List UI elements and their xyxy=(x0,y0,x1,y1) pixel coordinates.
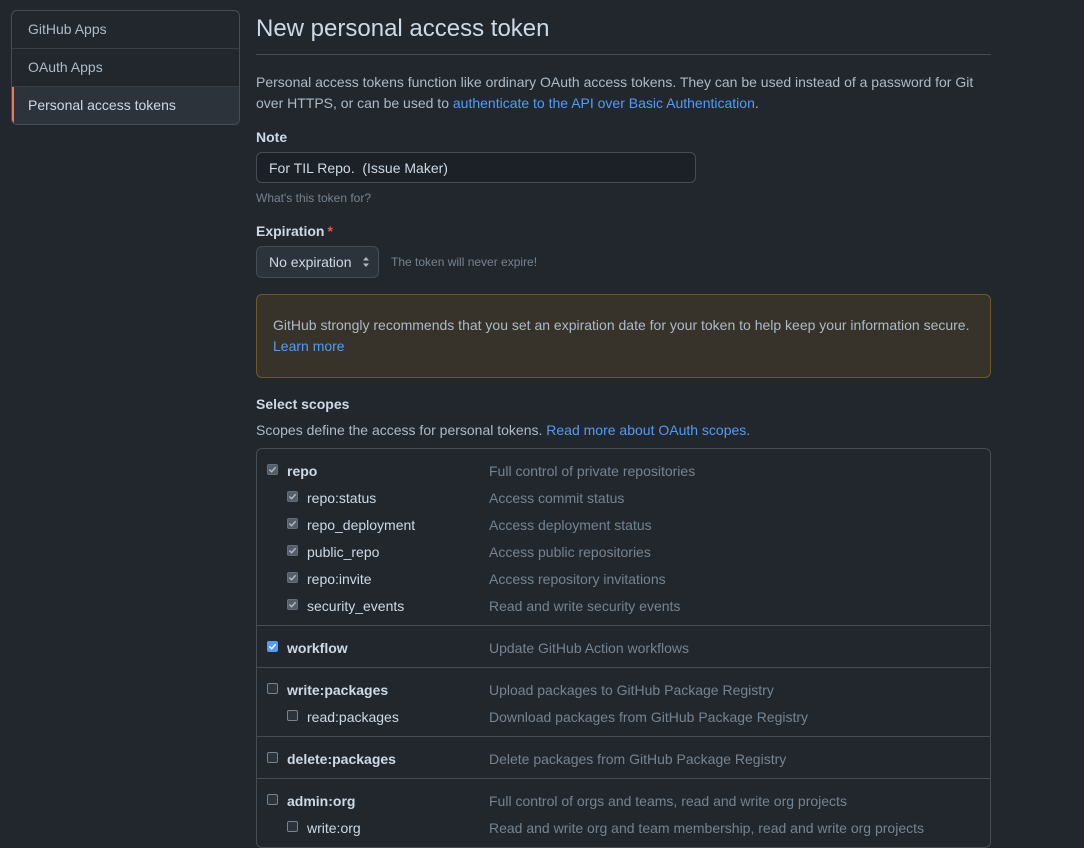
oauth-scopes-link[interactable]: Read more about OAuth scopes. xyxy=(546,422,750,438)
scope-row: security_events Read and write security … xyxy=(257,592,990,619)
scope-description: Access repository invitations xyxy=(489,570,666,587)
admin-org-checkbox[interactable] xyxy=(267,794,278,805)
warning-text: GitHub strongly recommends that you set … xyxy=(273,317,970,333)
scope-description: Upload packages to GitHub Package Regist… xyxy=(489,681,774,698)
scope-row: delete:packages Delete packages from Git… xyxy=(257,745,990,772)
scope-description: Download packages from GitHub Package Re… xyxy=(489,708,809,725)
sidebar-item-personal-access-tokens[interactable]: Personal access tokens xyxy=(12,86,239,124)
scope-row: workflow Update GitHub Action workflows xyxy=(257,634,990,661)
scope-name: workflow xyxy=(287,639,348,656)
scope-description: Access deployment status xyxy=(489,516,652,533)
note-input[interactable] xyxy=(256,152,696,183)
scope-description: Update GitHub Action workflows xyxy=(489,639,689,656)
expiration-selected-value: No expiration xyxy=(269,254,352,270)
scope-row: read:packages Download packages from Git… xyxy=(257,703,990,730)
intro-paragraph: Personal access tokens function like ord… xyxy=(256,72,991,114)
sidebar-item-oauth-apps[interactable]: OAuth Apps xyxy=(12,48,239,86)
select-arrows-icon xyxy=(362,256,370,268)
scopes-table: repo Full control of private repositorie… xyxy=(256,448,991,848)
scope-name: delete:packages xyxy=(287,750,396,767)
settings-sidebar: GitHub Apps OAuth Apps Personal access t… xyxy=(11,10,240,125)
scopes-label: Select scopes xyxy=(256,396,350,412)
scopes-desc-text: Scopes define the access for personal to… xyxy=(256,422,547,438)
expiration-select[interactable]: No expiration xyxy=(256,246,379,278)
scope-row: repo Full control of private repositorie… xyxy=(257,457,990,484)
scope-description: Access commit status xyxy=(489,489,625,506)
scope-name: write:packages xyxy=(287,681,389,698)
scope-description: Full control of orgs and teams, read and… xyxy=(489,792,847,809)
scope-name: read:packages xyxy=(307,708,399,725)
scope-name: public_repo xyxy=(307,543,380,560)
delete-packages-checkbox[interactable] xyxy=(267,752,278,763)
scope-group-workflow: workflow Update GitHub Action workflows xyxy=(257,625,990,667)
repo-deployment-checkbox[interactable] xyxy=(287,518,298,529)
scope-group-repo: repo Full control of private repositorie… xyxy=(257,449,990,625)
write-packages-checkbox[interactable] xyxy=(267,683,278,694)
basic-auth-link[interactable]: authenticate to the API over Basic Authe… xyxy=(453,95,755,111)
expiration-warning: GitHub strongly recommends that you set … xyxy=(256,294,991,378)
page-title: New personal access token xyxy=(256,14,991,55)
note-hint: What's this token for? xyxy=(256,191,372,205)
scope-row: write:packages Upload packages to GitHub… xyxy=(257,676,990,703)
scopes-description: Scopes define the access for personal to… xyxy=(256,422,991,438)
expiration-label-text: Expiration xyxy=(256,223,325,239)
scope-row: write:org Read and write org and team me… xyxy=(257,814,990,841)
scope-group-admin-org: admin:org Full control of orgs and teams… xyxy=(257,778,990,847)
note-label: Note xyxy=(256,129,288,145)
scope-name: repo:status xyxy=(307,489,377,506)
learn-more-link[interactable]: Learn more xyxy=(273,338,345,354)
expiration-label: Expiration * xyxy=(256,223,991,239)
repo-status-checkbox[interactable] xyxy=(287,491,298,502)
scope-row: repo:status Access commit status xyxy=(257,484,990,511)
scope-description: Access public repositories xyxy=(489,543,651,560)
scope-description: Read and write security events xyxy=(489,597,681,614)
scope-name: repo_deployment xyxy=(307,516,416,533)
repo-invite-checkbox[interactable] xyxy=(287,572,298,583)
scope-group-delete-packages: delete:packages Delete packages from Git… xyxy=(257,736,990,778)
scope-name: security_events xyxy=(307,597,405,614)
scope-name: admin:org xyxy=(287,792,356,809)
scope-name: write:org xyxy=(307,819,361,836)
sidebar-item-github-apps[interactable]: GitHub Apps xyxy=(12,11,239,48)
intro-end: . xyxy=(754,95,759,111)
main-content: New personal access token Personal acces… xyxy=(256,0,991,848)
expiration-row: No expiration The token will never expir… xyxy=(256,246,991,278)
write-org-checkbox[interactable] xyxy=(287,821,298,832)
scope-group-write-packages: write:packages Upload packages to GitHub… xyxy=(257,667,990,736)
read-packages-checkbox[interactable] xyxy=(287,710,298,721)
repo-checkbox[interactable] xyxy=(267,464,278,475)
scope-description: Delete packages from GitHub Package Regi… xyxy=(489,750,787,767)
scope-description: Read and write org and team membership, … xyxy=(489,819,924,836)
scope-row: repo:invite Access repository invitation… xyxy=(257,565,990,592)
scope-name: repo xyxy=(287,462,318,479)
expiration-note: The token will never expire! xyxy=(391,255,538,269)
scope-row: repo_deployment Access deployment status xyxy=(257,511,990,538)
security-events-checkbox[interactable] xyxy=(287,599,298,610)
scope-row: public_repo Access public repositories xyxy=(257,538,990,565)
scope-row: admin:org Full control of orgs and teams… xyxy=(257,787,990,814)
public-repo-checkbox[interactable] xyxy=(287,545,298,556)
workflow-checkbox[interactable] xyxy=(267,641,278,652)
required-mark: * xyxy=(327,223,333,239)
scope-name: repo:invite xyxy=(307,570,372,587)
scope-description: Full control of private repositories xyxy=(489,462,696,479)
